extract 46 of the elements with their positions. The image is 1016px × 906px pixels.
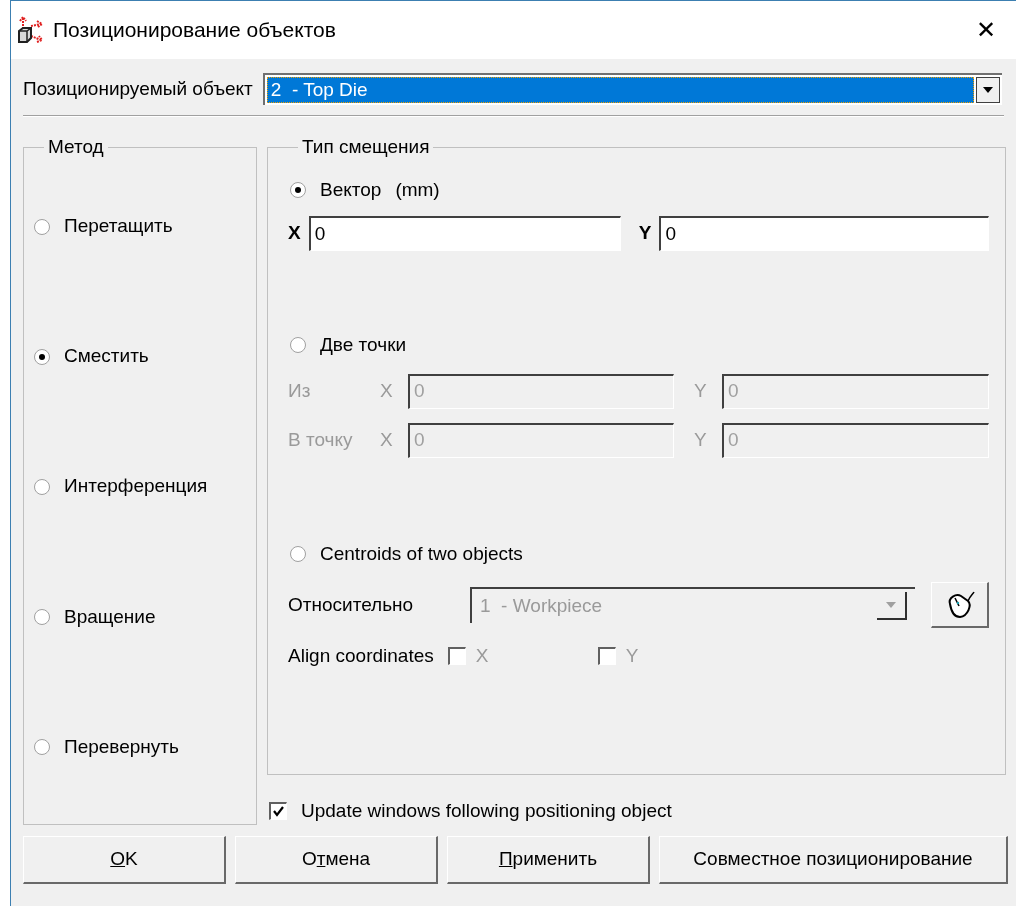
radio-button[interactable] (34, 478, 50, 495)
radio-button[interactable] (34, 348, 50, 365)
radio-label: Вращение (64, 604, 156, 629)
checkbox-label: X (475, 644, 489, 668)
field-label: Позиционируемый объект (23, 76, 253, 101)
dialog-button[interactable]: Применить (447, 835, 650, 884)
dialog-button[interactable]: Совместное позиционирование (659, 835, 1008, 884)
radio-button[interactable] (34, 218, 50, 235)
radio-label: Перетащить (64, 214, 173, 239)
input-field[interactable]: 0 (308, 216, 621, 251)
checkbox-label: Update windows following positioning object (301, 799, 672, 823)
cube-move-icon (17, 16, 45, 44)
radio-button[interactable] (34, 738, 50, 755)
radio-button[interactable] (34, 608, 50, 625)
field-label: Align coordinates (288, 644, 434, 668)
input-field[interactable]: 0 (659, 216, 989, 251)
radio-label: Вектор (320, 177, 382, 202)
radio-label: Интерференция (64, 474, 208, 499)
radio-button[interactable] (290, 181, 306, 198)
radio-label: Перевернуть (64, 734, 179, 759)
unit-label: (mm) (395, 177, 440, 202)
row-label: Из (288, 378, 312, 403)
axis-label: X (380, 427, 394, 452)
close-button[interactable]: ✕ (970, 12, 1002, 48)
radio-label: Две точки (320, 333, 407, 357)
axis-label: X (380, 378, 394, 403)
selected-value: 2 - Top Die (266, 77, 974, 103)
checkbox-label: Y (625, 644, 639, 668)
radio-label: Сместить (64, 344, 149, 369)
dropdown-arrow-icon (877, 592, 907, 620)
row-label: В точку (288, 427, 354, 452)
axis-label: Y (694, 427, 708, 452)
group-title: Метод (47, 135, 105, 159)
axis-label: Y (694, 378, 708, 403)
field-label: Относительно (288, 592, 415, 617)
window-title: Позиционирование объектов (53, 17, 337, 44)
dialog-button[interactable]: Отмена (235, 835, 438, 884)
axis-label: Y (638, 221, 652, 246)
dialog-button[interactable]: OK (23, 835, 226, 884)
selected-value: 1 - Workpiece (480, 593, 604, 618)
object-dropdown[interactable]: 2 - Top Die (262, 73, 1002, 105)
group-title: Тип смещения (301, 135, 431, 159)
radio-label: Centroids of two objects (320, 541, 523, 566)
checkbox[interactable] (269, 802, 287, 821)
axis-label: X (288, 221, 301, 246)
pick-button[interactable] (931, 582, 989, 628)
